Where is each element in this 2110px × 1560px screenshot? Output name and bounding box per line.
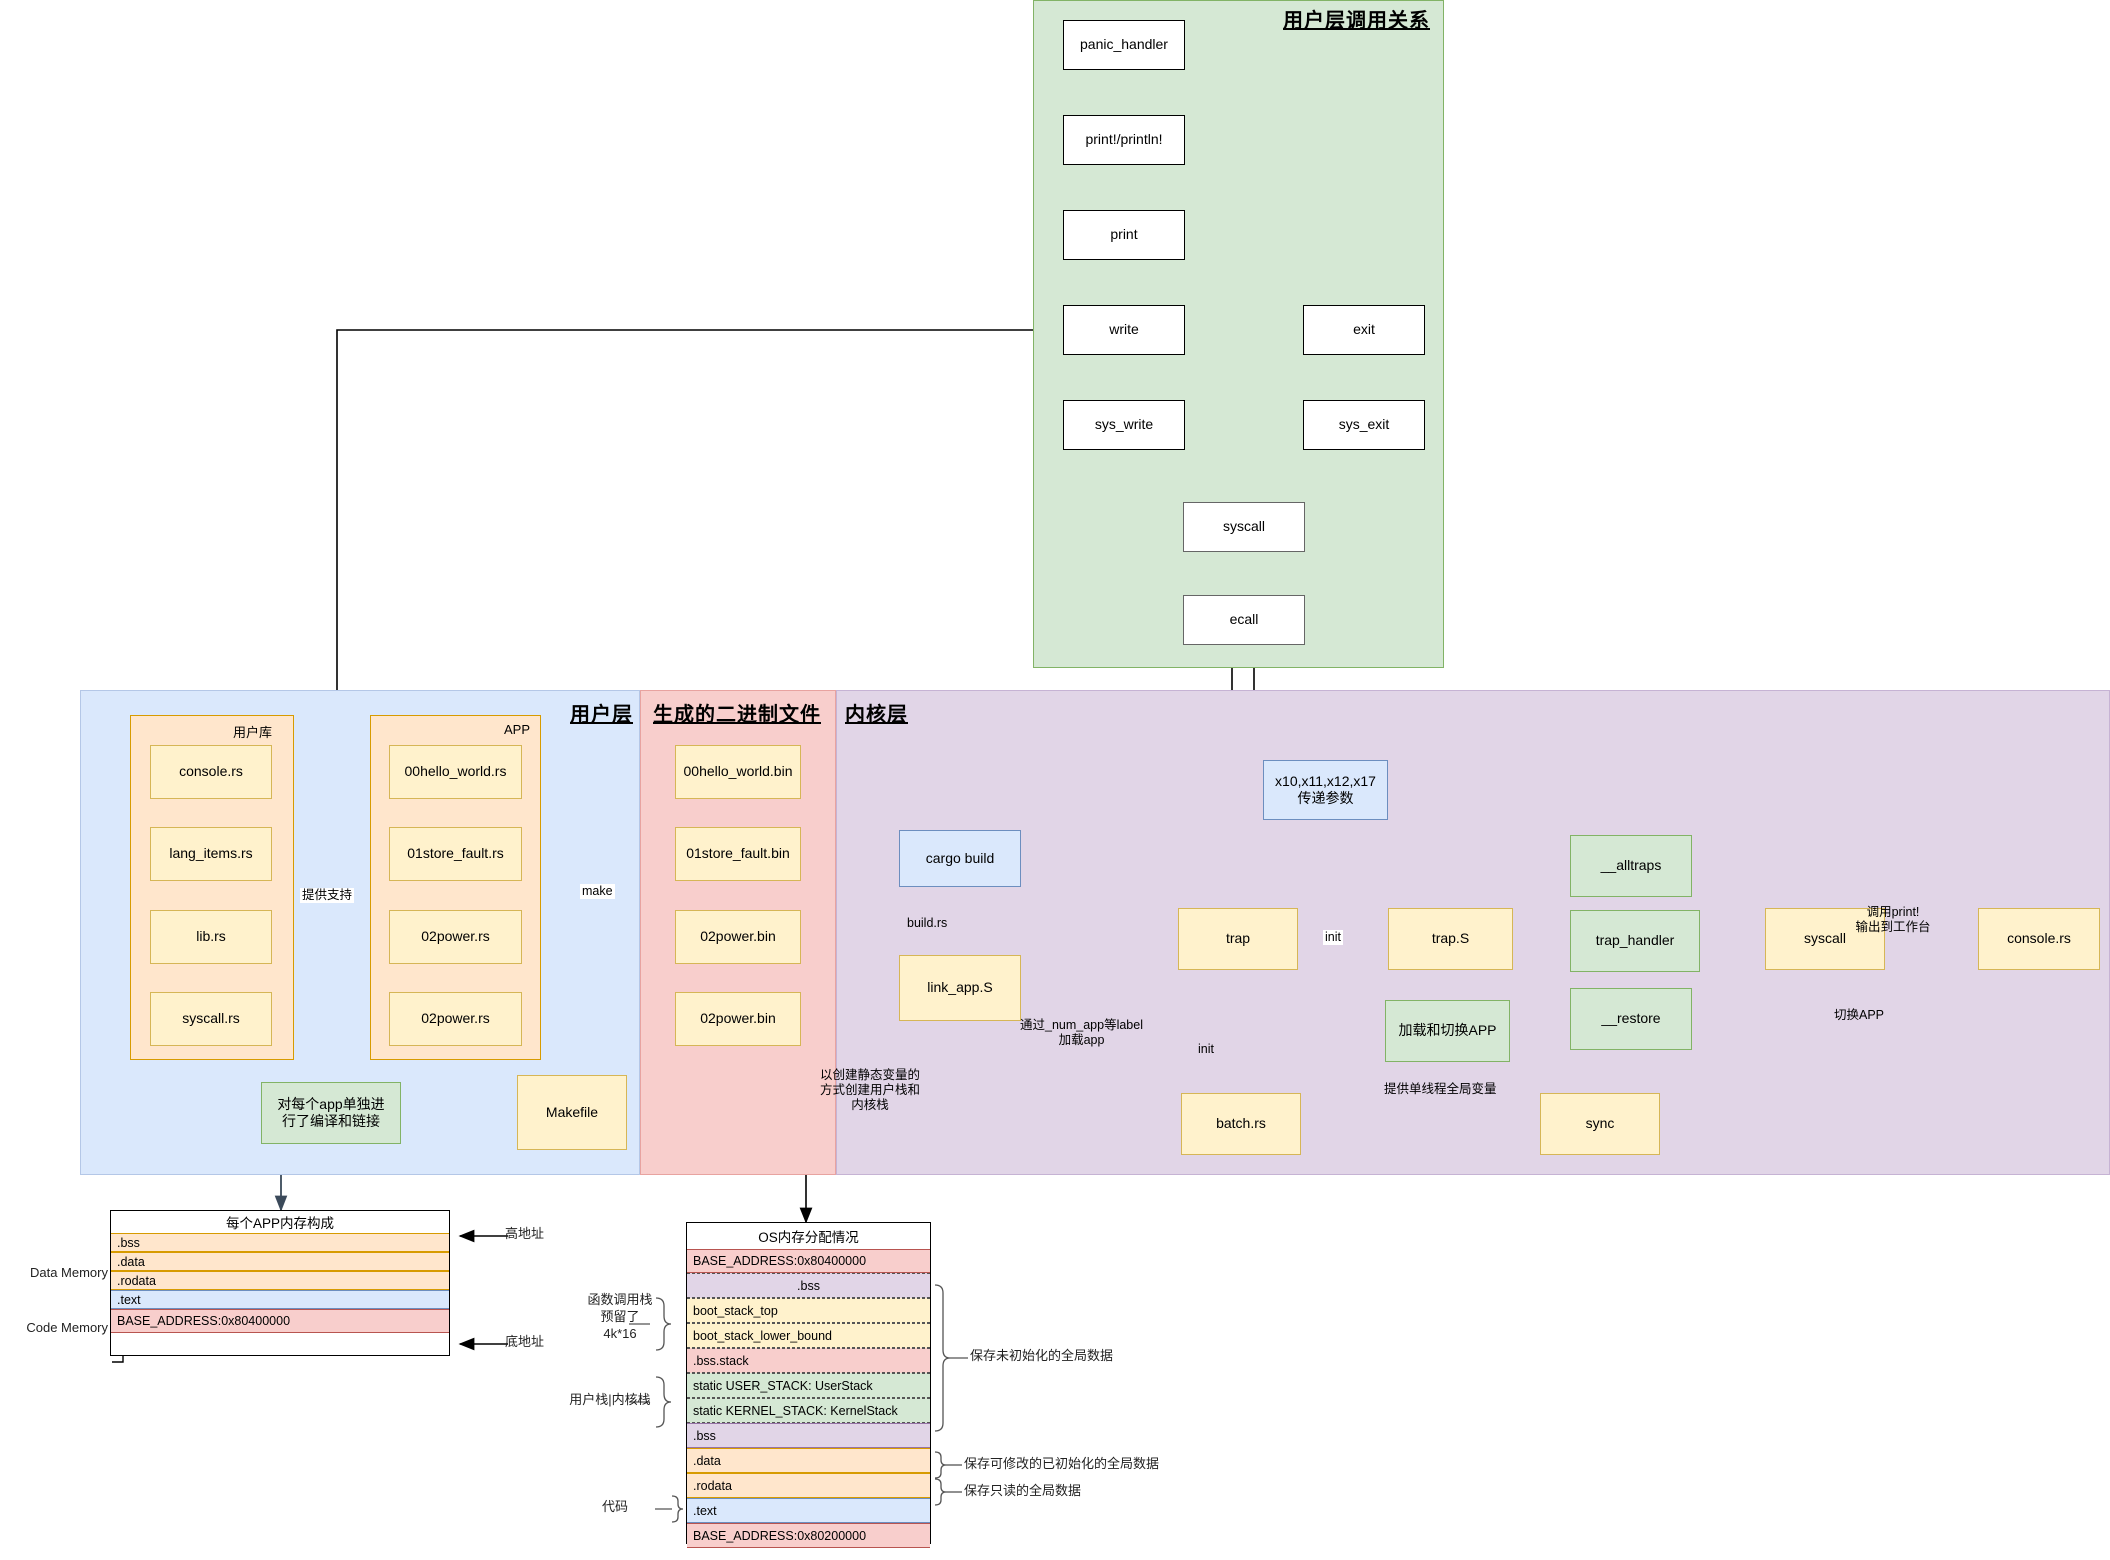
lib-item-lib[interactable]: lib.rs bbox=[150, 910, 272, 964]
node-compile-note: 对每个app单独进 行了编译和链接 bbox=[261, 1082, 401, 1144]
app-memory-title: 每个APP内存构成 bbox=[111, 1211, 449, 1233]
os-memory-row-user-stack: static USER_STACK: UserStack bbox=[687, 1373, 930, 1398]
app-memory-label-code-memory: Code Memory bbox=[26, 1320, 108, 1335]
node-load-switch-app[interactable]: 加载和切换APP bbox=[1385, 1000, 1510, 1062]
node-exit[interactable]: exit bbox=[1303, 305, 1425, 355]
os-memory-table: OS内存分配情况 BASE_ADDRESS:0x80400000 .bss bo… bbox=[686, 1222, 931, 1548]
panel-binaries-title: 生成的二进制文件 bbox=[653, 704, 821, 726]
panel-user-layer-title: 用户层 bbox=[570, 704, 633, 726]
node-alltraps[interactable]: __alltraps bbox=[1570, 835, 1692, 897]
os-memory-row-kernel-stack: static KERNEL_STACK: KernelStack bbox=[687, 1398, 930, 1423]
os-memory-label-readonly-global: 保存只读的全局数据 bbox=[964, 1483, 1082, 1498]
panel-user-call-title: 用户层调用关系 bbox=[1283, 10, 1430, 32]
edge-label-init-trap: init bbox=[1323, 930, 1343, 945]
app-memory-row-base-address: BASE_ADDRESS:0x80400000 bbox=[111, 1309, 449, 1333]
node-link-app-s[interactable]: link_app.S bbox=[899, 955, 1021, 1021]
edge-label-make: make bbox=[580, 884, 615, 899]
edge-label-build-rs: build.rs bbox=[907, 916, 948, 930]
node-write[interactable]: write bbox=[1063, 305, 1185, 355]
app-memory-row-bss: .bss bbox=[111, 1233, 449, 1252]
os-memory-row-base-high: BASE_ADDRESS:0x80400000 bbox=[687, 1249, 930, 1273]
os-memory-row-text: .text bbox=[687, 1498, 930, 1523]
app-memory-label-high-address: 高地址 bbox=[505, 1226, 545, 1241]
os-memory-label-uninit-global: 保存未初始化的全局数据 bbox=[970, 1348, 1114, 1363]
edge-label-switch-app: 切换APP bbox=[1834, 1008, 1885, 1022]
node-sync[interactable]: sync bbox=[1540, 1093, 1660, 1155]
lib-item-syscall[interactable]: syscall.rs bbox=[150, 992, 272, 1046]
node-batch-rs[interactable]: batch.rs bbox=[1181, 1093, 1301, 1155]
os-memory-row-boot-stack-lower-bound: boot_stack_lower_bound bbox=[687, 1323, 930, 1348]
node-makefile[interactable]: Makefile bbox=[517, 1075, 627, 1150]
node-trap[interactable]: trap bbox=[1178, 908, 1298, 970]
edge-label-num-app: 通过_num_app等label 加载app bbox=[1020, 1018, 1143, 1047]
edge-label-init-batch: init bbox=[1198, 1042, 1214, 1056]
os-memory-row-bss-stack: .bss.stack bbox=[687, 1348, 930, 1373]
node-sys-exit[interactable]: sys_exit bbox=[1303, 400, 1425, 450]
os-memory-row-data: .data bbox=[687, 1448, 930, 1473]
app-memory-label-data-memory: Data Memory bbox=[29, 1265, 108, 1280]
diagram-canvas: 用户层调用关系 用户层 生成的二进制文件 内核层 panic_handler p… bbox=[0, 0, 2110, 1560]
app-memory-table: 每个APP内存构成 .bss .data .rodata .text BASE_… bbox=[110, 1210, 450, 1356]
app-memory-row-text: .text bbox=[111, 1290, 449, 1309]
node-print[interactable]: print bbox=[1063, 210, 1185, 260]
edge-label-single-thread-global: 提供单线程全局变量 bbox=[1384, 1082, 1497, 1096]
app-item-hello-world[interactable]: 00hello_world.rs bbox=[389, 745, 522, 799]
os-memory-label-code: 代码 bbox=[601, 1499, 628, 1514]
group-app-label: APP bbox=[504, 722, 531, 737]
app-item-power-2[interactable]: 02power.rs bbox=[389, 992, 522, 1046]
node-sys-write[interactable]: sys_write bbox=[1063, 400, 1185, 450]
lib-item-lang-items[interactable]: lang_items.rs bbox=[150, 827, 272, 881]
edge-label-call-print: 调用print! 输出到工作台 bbox=[1855, 905, 1931, 934]
bin-item-store-fault[interactable]: 01store_fault.bin bbox=[675, 827, 801, 881]
node-panic-handler[interactable]: panic_handler bbox=[1063, 20, 1185, 70]
os-memory-row-bss: .bss bbox=[687, 1423, 930, 1448]
lib-item-console[interactable]: console.rs bbox=[150, 745, 272, 799]
os-memory-row-boot-stack-top: boot_stack_top bbox=[687, 1298, 930, 1323]
node-regs-note: x10,x11,x12,x17 传递参数 bbox=[1263, 760, 1388, 820]
os-memory-label-mutable-global: 保存可修改的已初始化的全局数据 bbox=[964, 1456, 1160, 1471]
node-cargo-build[interactable]: cargo build bbox=[899, 830, 1021, 887]
bin-item-hello-world[interactable]: 00hello_world.bin bbox=[675, 745, 801, 799]
app-item-power-1[interactable]: 02power.rs bbox=[389, 910, 522, 964]
os-memory-row-rodata: .rodata bbox=[687, 1473, 930, 1498]
panel-kernel-title: 内核层 bbox=[845, 704, 908, 726]
os-memory-row-bss-top: .bss bbox=[687, 1273, 930, 1298]
bin-item-power-1[interactable]: 02power.bin bbox=[675, 910, 801, 964]
node-console-rs-kernel[interactable]: console.rs bbox=[1978, 908, 2100, 970]
node-trap-handler[interactable]: trap_handler bbox=[1570, 910, 1700, 972]
edge-label-provide-support: 提供支持 bbox=[300, 888, 355, 903]
os-memory-label-user-kernel-stack: 用户栈|内核栈 bbox=[569, 1392, 651, 1407]
os-memory-label-call-stack: 函数调用栈 预留了 4k*16 bbox=[587, 1292, 653, 1341]
edge-label-static-var: 以创建静态变量的 方式创建用户栈和 内核栈 bbox=[819, 1068, 921, 1112]
bin-item-power-2[interactable]: 02power.bin bbox=[675, 992, 801, 1046]
node-restore[interactable]: __restore bbox=[1570, 988, 1692, 1050]
node-syscall-user[interactable]: syscall bbox=[1183, 502, 1305, 552]
node-ecall[interactable]: ecall bbox=[1183, 595, 1305, 645]
node-print-macro[interactable]: print!/println! bbox=[1063, 115, 1185, 165]
os-memory-row-base-low: BASE_ADDRESS:0x80200000 bbox=[687, 1523, 930, 1548]
app-item-store-fault[interactable]: 01store_fault.rs bbox=[389, 827, 522, 881]
os-memory-title: OS内存分配情况 bbox=[687, 1223, 930, 1249]
app-memory-row-rodata: .rodata bbox=[111, 1271, 449, 1290]
node-trap-s[interactable]: trap.S bbox=[1388, 908, 1513, 970]
group-user-library-label: 用户库 bbox=[233, 725, 273, 740]
app-memory-row-data: .data bbox=[111, 1252, 449, 1271]
